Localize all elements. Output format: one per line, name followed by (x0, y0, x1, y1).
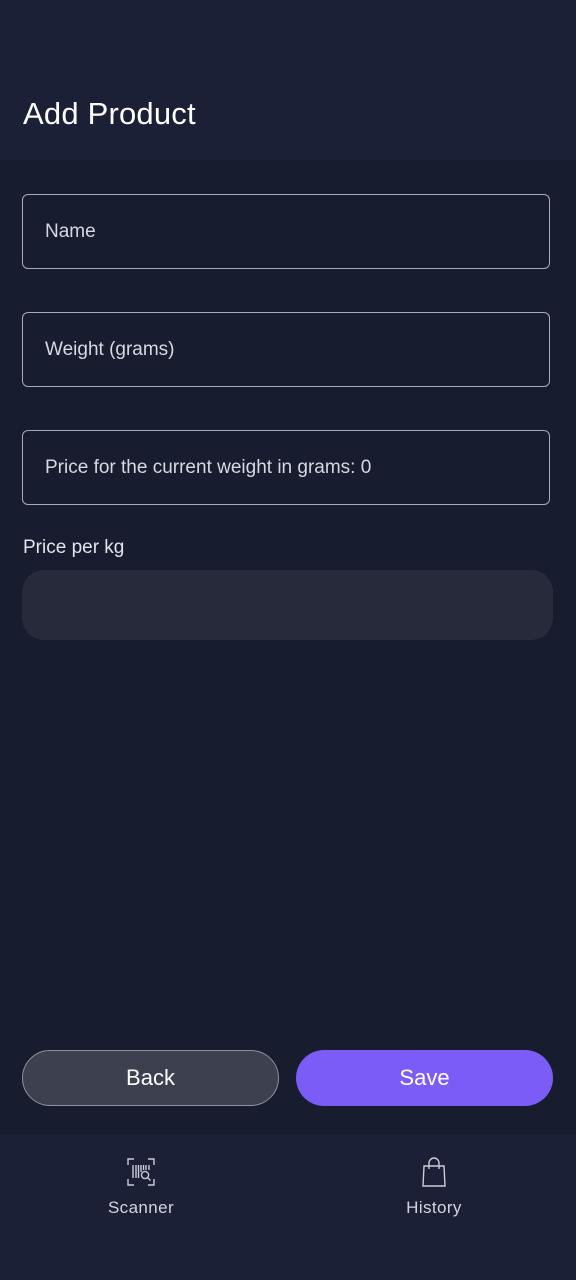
bottom-navigation: Scanner History (0, 1134, 576, 1280)
nav-label-history: History (406, 1198, 462, 1217)
page-title: Add Product (23, 96, 196, 131)
name-input[interactable] (45, 220, 549, 243)
save-button[interactable]: Save (296, 1050, 553, 1106)
back-button[interactable]: Back (22, 1050, 279, 1106)
weight-field-container[interactable] (22, 312, 550, 387)
price-input[interactable] (45, 456, 549, 479)
app-bar: Add Product (0, 0, 576, 160)
price-per-kg-value (22, 570, 553, 640)
name-field-container[interactable] (22, 194, 550, 269)
shopping-bag-icon (422, 1157, 446, 1187)
price-per-kg-label: Price per kg (23, 537, 125, 558)
price-field-container[interactable] (22, 430, 550, 505)
nav-item-scanner[interactable]: Scanner (41, 1134, 241, 1244)
weight-input[interactable] (45, 338, 549, 361)
nav-label-scanner: Scanner (107, 1198, 175, 1217)
barcode-scanner-icon (127, 1158, 155, 1186)
nav-item-history[interactable]: History (334, 1134, 534, 1244)
